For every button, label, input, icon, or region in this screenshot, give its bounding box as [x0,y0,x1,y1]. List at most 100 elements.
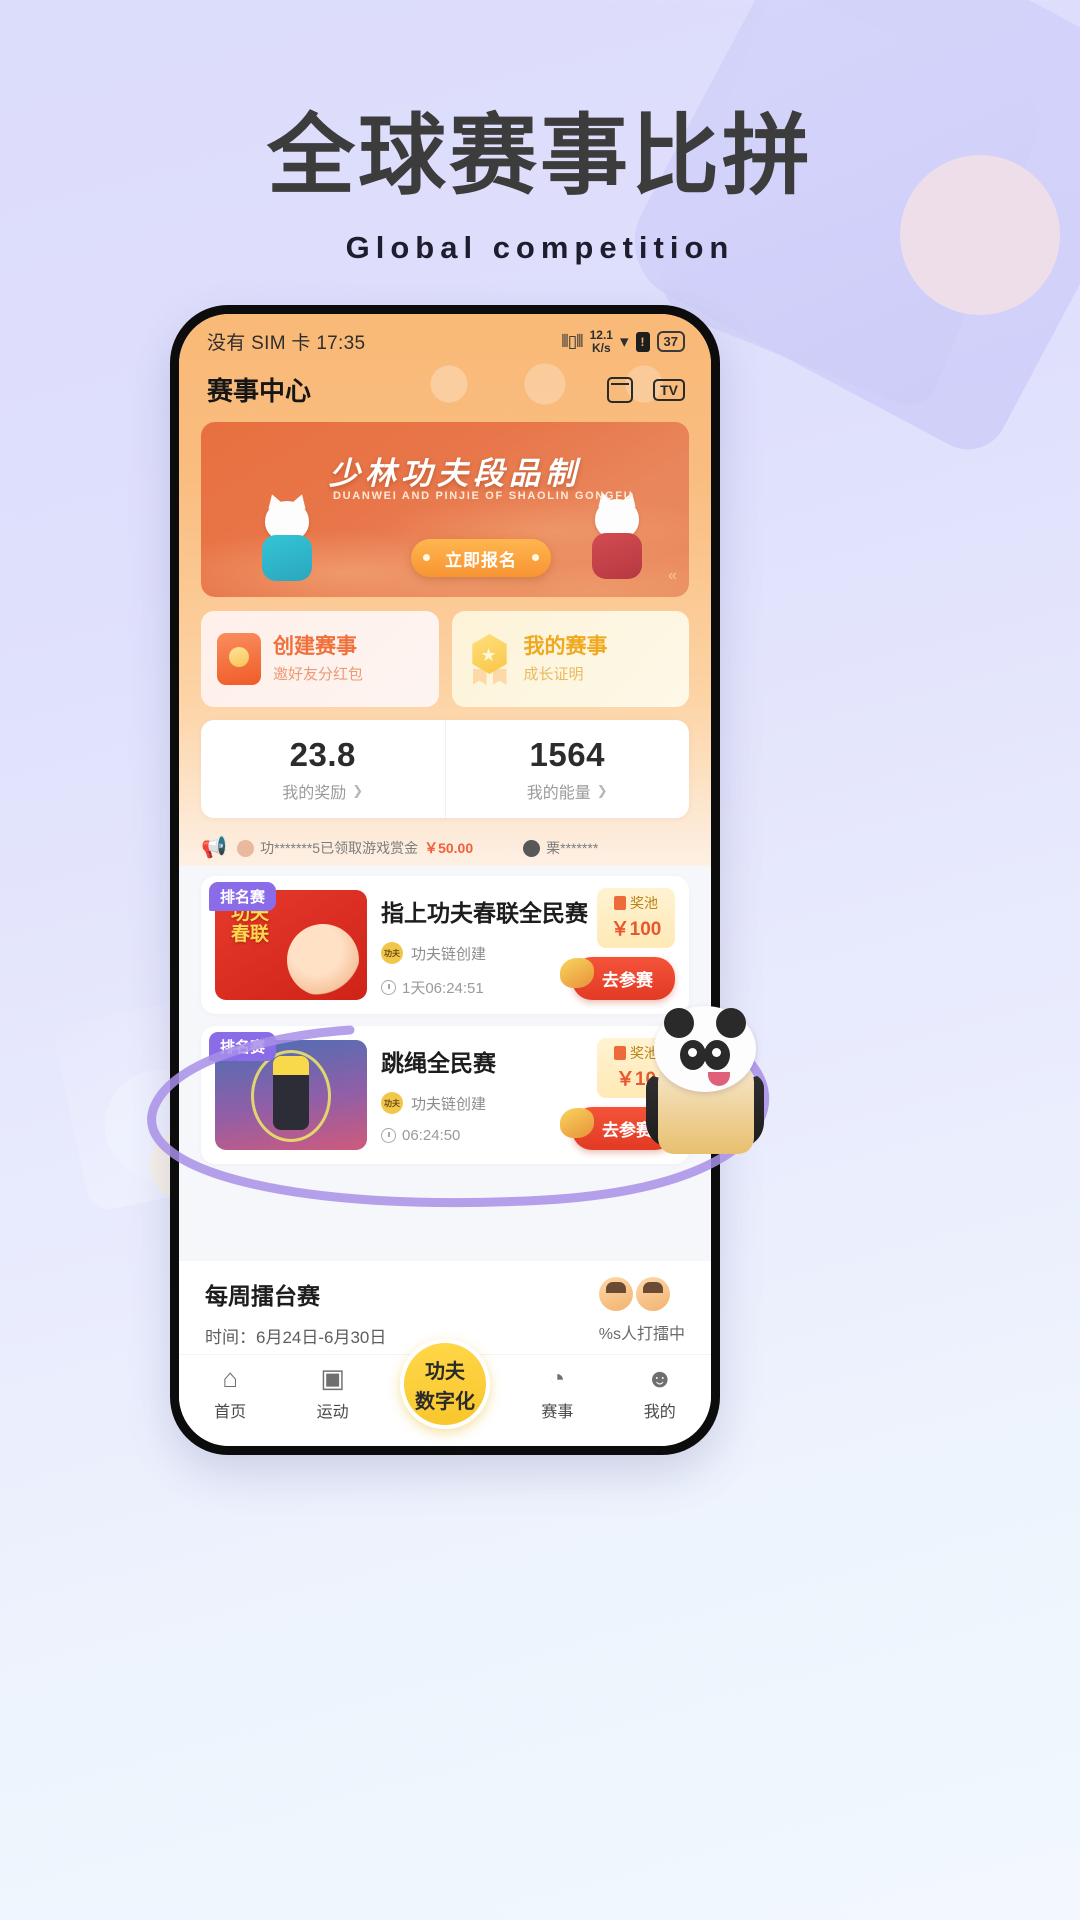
create-match-subtitle: 邀好友分红包 [273,666,364,684]
notice-items: 功*******5已领取游戏赏金 ￥50.00 栗******* [237,838,598,858]
wifi-icon: ▾ [619,331,629,351]
notice-text: 栗******* [546,840,599,856]
stat-energy-label-row: 我的能量 ❯ [527,779,608,803]
weekly-title: 每周擂台赛 [205,1283,320,1309]
promo-banner[interactable]: 少林功夫段品制 DUANWEI AND PINJIE OF SHAOLIN GO… [201,422,689,597]
stat-reward-label: 我的奖励 [282,784,347,802]
match-card[interactable]: 排名赛 跳绳全民赛 功夫 功夫链创建 06:24:50 奖池 ￥10 去参赛 [201,1026,689,1164]
weekly-participants: %s人打擂中 [598,1326,685,1343]
center-line1: 功夫 [424,1360,465,1383]
status-icons: ⦀▯⦀ 12.1 K/s ▾ ! 37 [561,329,685,354]
notice-ticker[interactable]: 📢 功*******5已领取游戏赏金 ￥50.00 栗******* [179,830,711,866]
tab-profile[interactable]: ☻ 我的 [618,1365,702,1422]
my-match-title: 我的赛事 [523,634,608,658]
medal-icon: ★ [468,633,512,685]
mascot-cat-right [589,499,645,583]
notice-text: 功*******5已领取游戏赏金 [260,840,419,856]
clock-icon [381,980,396,995]
app-title: 赛事中心 [207,376,312,406]
banner-subtitle: DUANWEI AND PINJIE OF SHAOLIN GONGFU [333,490,634,502]
stat-reward-value: 23.8 [289,735,356,773]
creator-avatar: 功夫 [381,1092,403,1114]
stat-energy[interactable]: 1564 我的能量 ❯ [444,720,690,818]
prize-pool-label: 奖池 [630,895,658,911]
network-speed-unit: K/s [591,340,611,355]
red-envelope-icon [217,633,261,685]
avatar [523,839,541,857]
play-square-icon: ▣ [320,1363,345,1393]
network-speed: 12.1 K/s [590,329,613,353]
avatar [237,839,255,857]
stats-panel: 23.8 我的奖励 ❯ 1564 我的能量 ❯ [201,720,689,818]
panda-mascot [640,1000,770,1155]
stat-energy-value: 1564 [529,735,605,773]
banner-title: 少林功夫段品制 [329,456,581,491]
panda-head [654,1006,756,1092]
match-creator-name: 功夫链创建 [411,1095,487,1113]
avatar [635,1277,670,1311]
prize-pool-label-row: 奖池 [609,893,663,913]
notice-item: 功*******5已领取游戏赏金 ￥50.00 [237,838,473,858]
bottom-navigation: ⌂ 首页 ▣ 运动 功夫 数字化 ◔ 赛事 ☻ 我的 [179,1339,711,1446]
avatar [598,1277,633,1311]
hero-text: 全球赛事比拼 Global competition [0,112,1080,266]
center-line2: 数字化 [414,1390,475,1413]
match-creator-name: 功夫链创建 [411,945,487,963]
megaphone-icon: 📢 [201,836,228,859]
prize-pool-value: ￥100 [610,919,662,940]
weekly-avatars [598,1277,685,1311]
top-gradient-area: 没有 SIM 卡 17:35 ⦀▯⦀ 12.1 K/s ▾ ! 37 赛事中心 … [179,314,711,866]
prize-pool: 奖池 ￥100 [597,888,675,948]
banner-arrows-icon: « [668,567,677,584]
trophy-clock-icon: ◔ [549,1363,566,1393]
clock-icon [381,1128,396,1143]
match-list: 排名赛 指上功夫春联全民赛 功夫 功夫链创建 1天06:24:51 [179,866,711,1261]
match-card[interactable]: 排名赛 指上功夫春联全民赛 功夫 功夫链创建 1天06:24:51 [201,876,689,1014]
center-action-button[interactable]: 功夫 数字化 [399,1339,490,1429]
stat-reward-label-row: 我的奖励 ❯ [282,779,363,803]
chevron-right-icon: ❯ [352,782,364,798]
gift-icon [614,896,626,910]
tab-matches[interactable]: ◔ 赛事 [515,1365,599,1422]
notice-amount: ￥50.00 [424,840,474,856]
weekly-time: 时间：6月24日-6月30日 [205,1328,387,1347]
user-icon: ☻ [646,1363,674,1393]
creator-avatar: 功夫 [381,942,403,964]
match-badge: 排名赛 [209,1032,277,1061]
tab-sports[interactable]: ▣ 运动 [291,1365,375,1422]
quick-action-cards: 创建赛事 邀好友分红包 ★ 我的赛事 成长证明 [179,597,711,707]
tab-home[interactable]: ⌂ 首页 [188,1365,272,1422]
tab-matches-label: 赛事 [541,1404,574,1421]
status-carrier-time: 没有 SIM 卡 17:35 [207,333,366,354]
phone-screen: 没有 SIM 卡 17:35 ⦀▯⦀ 12.1 K/s ▾ ! 37 赛事中心 … [179,314,711,1446]
create-match-card[interactable]: 创建赛事 邀好友分红包 [201,611,439,707]
phone-mockup: 没有 SIM 卡 17:35 ⦀▯⦀ 12.1 K/s ▾ ! 37 赛事中心 … [170,305,720,1455]
create-match-title: 创建赛事 [273,634,357,658]
chevron-right-icon: ❯ [596,782,608,798]
battery-alert-icon: ! [635,331,650,352]
join-match-button[interactable]: 去参赛 [560,957,675,1000]
my-match-card[interactable]: ★ 我的赛事 成长证明 [451,611,689,707]
tab-home-label: 首页 [214,1404,247,1421]
tv-icon[interactable]: TV [653,378,685,401]
mascot-cat-left [259,501,315,585]
match-countdown-value: 1天06:24:51 [402,980,484,997]
home-icon: ⌂ [222,1363,239,1393]
tab-sports-label: 运动 [316,1404,349,1421]
gift-icon [614,1046,626,1060]
vibrate-icon: ⦀▯⦀ [561,331,583,351]
calendar-icon[interactable] [607,376,634,403]
page-title: 全球赛事比拼 [266,106,813,205]
battery-level: 37 [656,331,685,352]
notice-item: 栗******* [523,838,598,858]
match-countdown-value: 06:24:50 [402,1127,461,1144]
page-subtitle: Global competition [345,230,735,265]
tab-profile-label: 我的 [643,1404,676,1421]
status-bar: 没有 SIM 卡 17:35 ⦀▯⦀ 12.1 K/s ▾ ! 37 [179,314,711,359]
match-badge: 排名赛 [209,882,277,911]
stat-energy-label: 我的能量 [526,784,591,802]
header-actions: TV [607,376,685,403]
stat-reward[interactable]: 23.8 我的奖励 ❯ [201,720,445,818]
banner-signup-button[interactable]: 立即报名 [411,539,551,577]
my-match-subtitle: 成长证明 [523,666,584,684]
